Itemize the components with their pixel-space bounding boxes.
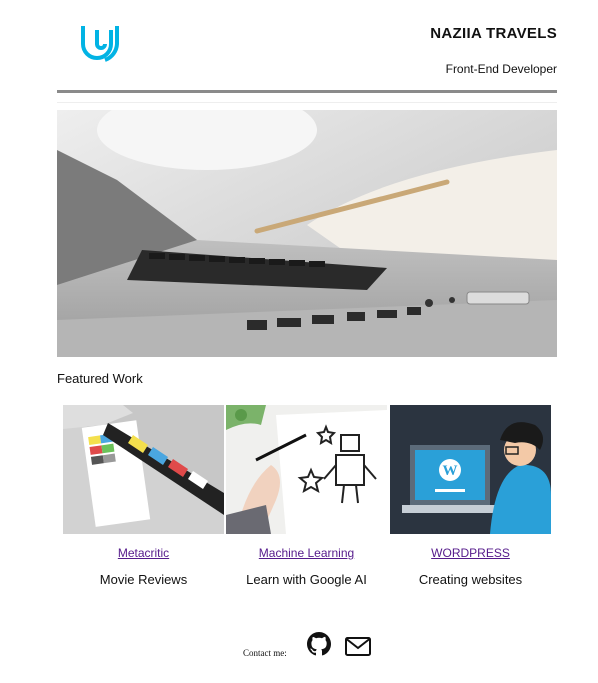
header-divider xyxy=(57,90,557,93)
wordpress-illustration-image: W xyxy=(390,405,551,534)
project-card-machine-learning: Machine Learning Learn with Google AI xyxy=(226,405,387,587)
hero-image xyxy=(57,110,557,357)
wordpress-link[interactable]: WORDPRESS xyxy=(390,546,551,560)
mail-icon[interactable] xyxy=(345,637,371,656)
site-title: NAZIIA TRAVELS xyxy=(430,25,557,42)
project-description: Creating websites xyxy=(418,572,523,587)
project-card-wordpress: W WORDPRESS Creating websites xyxy=(390,405,551,587)
udacity-logo-icon[interactable] xyxy=(79,22,127,62)
clapperboard-image xyxy=(63,405,224,534)
site-subtitle: Front-End Developer xyxy=(445,62,557,76)
contact-label: Contact me: xyxy=(243,648,287,658)
machine-learning-link[interactable]: Machine Learning xyxy=(226,546,387,560)
featured-work-heading: Featured Work xyxy=(57,371,143,386)
site-header: NAZIIA TRAVELS Front-End Developer xyxy=(57,0,557,104)
robot-sketch-image xyxy=(226,405,387,534)
metacritic-link[interactable]: Metacritic xyxy=(63,546,224,560)
project-description: Movie Reviews xyxy=(99,572,188,587)
header-divider-light xyxy=(57,102,557,103)
project-card-metacritic: Metacritic Movie Reviews xyxy=(63,405,224,587)
project-description: Learn with Google AI xyxy=(246,572,367,587)
svg-text:W: W xyxy=(443,463,458,479)
github-icon[interactable] xyxy=(307,632,331,656)
